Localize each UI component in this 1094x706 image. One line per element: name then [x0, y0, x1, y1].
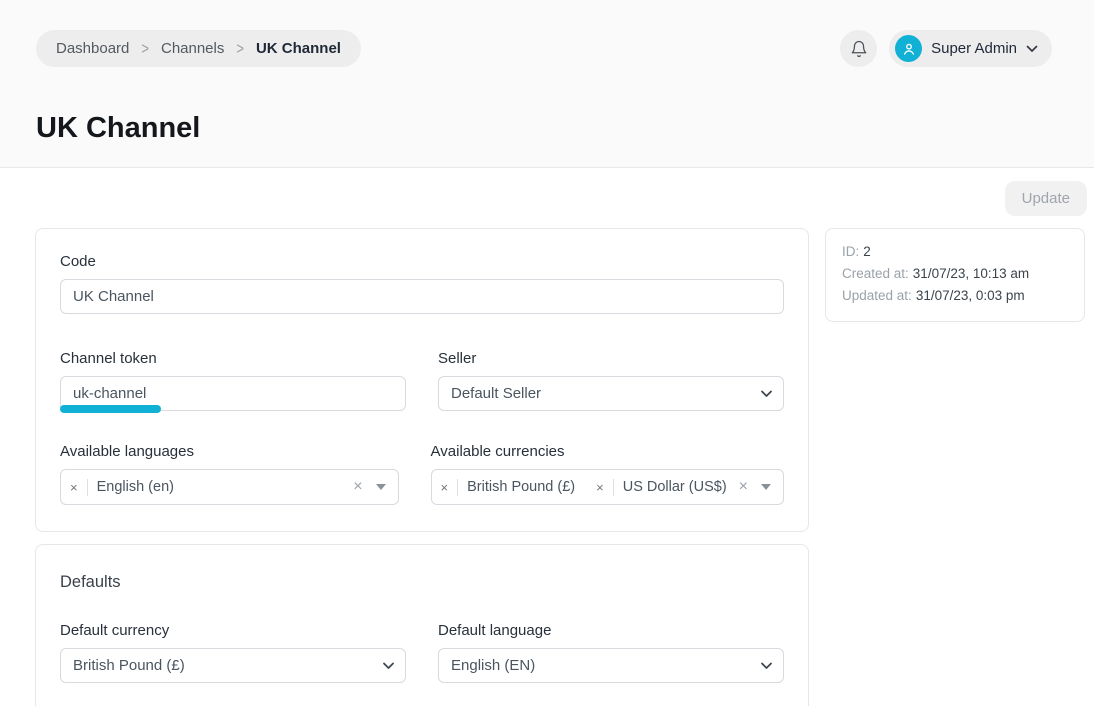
code-input[interactable] [60, 279, 784, 314]
field-default-currency: Default currency British Pound (£) [60, 622, 406, 683]
multiselect-controls: × [353, 479, 385, 495]
seller-select[interactable]: Default Seller [438, 376, 784, 411]
chevron-down-icon [1026, 45, 1038, 53]
content-area: Update Code Channel token [0, 168, 1094, 706]
user-icon [901, 41, 917, 57]
channel-token-input[interactable] [60, 376, 406, 411]
chevron-right-icon: > [236, 39, 244, 58]
meta-created-value: 31/07/23, 10:13 am [913, 266, 1029, 281]
meta-column: ID: 2 Created at: 31/07/23, 10:13 am Updat… [825, 228, 1085, 322]
currencies-multiselect[interactable]: × British Pound (£) × US Dollar (US$) × [431, 469, 784, 505]
field-available-languages: Available languages × English (en) × [60, 443, 399, 505]
language-chip: × English (en) [61, 470, 186, 504]
meta-id-line: ID: 2 [842, 241, 1068, 263]
defaults-card: Defaults Default currency British Pound … [35, 544, 809, 706]
chevron-right-icon: > [141, 39, 149, 58]
chip-label: US Dollar (US$) [614, 479, 739, 495]
chip-label: English (en) [88, 479, 186, 495]
field-available-currencies: Available currencies × British Pound (£)… [431, 443, 784, 505]
field-code: Code [60, 253, 784, 314]
meta-updated-value: 31/07/23, 0:03 pm [916, 288, 1025, 303]
defaults-row: Default currency British Pound (£) [60, 622, 784, 683]
meta-card: ID: 2 Created at: 31/07/23, 10:13 am Updat… [825, 228, 1085, 322]
available-currencies-label: Available currencies [431, 443, 784, 460]
default-language-select-wrap: English (EN) [438, 648, 784, 683]
channel-token-label: Channel token [60, 350, 406, 367]
meta-updated-line: Updated at: 31/07/23, 0:03 pm [842, 285, 1068, 307]
channel-token-input-wrap [60, 376, 406, 411]
multiselect-controls: × [739, 479, 771, 495]
chip-remove-icon[interactable]: × [587, 480, 613, 495]
bell-icon [850, 40, 868, 58]
chip-remove-icon[interactable]: × [432, 480, 458, 495]
dropdown-arrow-icon[interactable] [376, 484, 386, 490]
languages-multiselect[interactable]: × English (en) × [60, 469, 399, 505]
breadcrumb-item-channels[interactable]: Channels [161, 40, 224, 57]
token-seller-row: Channel token Seller Default Seller [60, 350, 784, 411]
page-title: UK Channel [36, 111, 1052, 146]
chip-label: British Pound (£) [458, 479, 587, 495]
meta-created-label: Created at: [842, 266, 909, 281]
default-currency-select[interactable]: British Pound (£) [60, 648, 406, 683]
code-label: Code [60, 253, 784, 270]
meta-id-label: ID: [842, 244, 859, 259]
meta-id-value: 2 [863, 244, 871, 259]
account-menu-button[interactable]: Super Admin [889, 30, 1052, 67]
dropdown-arrow-icon[interactable] [761, 484, 771, 490]
chip-remove-icon[interactable]: × [61, 480, 87, 495]
currency-chip: × British Pound (£) [432, 470, 588, 504]
clear-icon[interactable]: × [739, 479, 748, 495]
topbar: Dashboard > Channels > UK Channel [36, 30, 1052, 67]
meta-created-line: Created at: 31/07/23, 10:13 am [842, 263, 1068, 285]
layout: Code Channel token Seller [0, 168, 1094, 706]
header: Dashboard > Channels > UK Channel [0, 0, 1094, 168]
update-button[interactable]: Update [1005, 181, 1087, 216]
seller-label: Seller [438, 350, 784, 367]
avatar [895, 35, 922, 62]
topbar-right: Super Admin [840, 30, 1052, 67]
breadcrumb-item-dashboard[interactable]: Dashboard [56, 40, 129, 57]
default-language-select[interactable]: English (EN) [438, 648, 784, 683]
form-column: Code Channel token Seller [35, 228, 809, 706]
meta-updated-label: Updated at: [842, 288, 912, 303]
breadcrumb: Dashboard > Channels > UK Channel [36, 30, 361, 67]
seller-select-wrap: Default Seller [438, 376, 784, 411]
field-default-language: Default language English (EN) [438, 622, 784, 683]
channel-settings-card: Code Channel token Seller [35, 228, 809, 532]
languages-currencies-row: Available languages × English (en) × [60, 443, 784, 505]
field-channel-token: Channel token [60, 350, 406, 411]
field-seller: Seller Default Seller [438, 350, 784, 411]
defaults-heading: Defaults [60, 573, 784, 592]
available-languages-label: Available languages [60, 443, 399, 460]
currency-chip: × US Dollar (US$) [587, 470, 739, 504]
default-language-label: Default language [438, 622, 784, 639]
notification-button[interactable] [840, 30, 877, 67]
clear-icon[interactable]: × [353, 479, 362, 495]
account-name: Super Admin [931, 40, 1017, 57]
breadcrumb-item-current: UK Channel [256, 40, 341, 57]
default-currency-label: Default currency [60, 622, 406, 639]
default-currency-select-wrap: British Pound (£) [60, 648, 406, 683]
